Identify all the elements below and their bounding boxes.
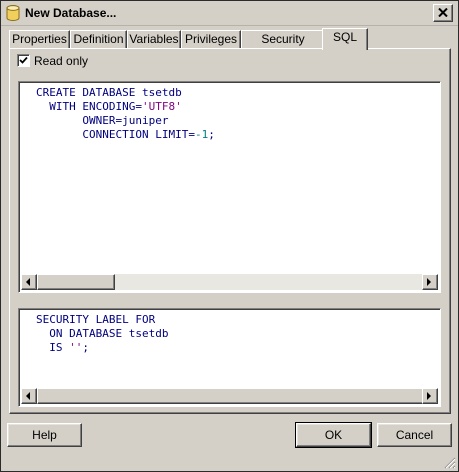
tab-variables[interactable]: Variables <box>127 30 181 48</box>
code-line: WITH ENCODING='UTF8' <box>36 100 182 113</box>
scroll-left-arrow-icon <box>26 392 30 400</box>
tab-properties[interactable]: Properties <box>9 30 70 48</box>
resize-grip-icon[interactable] <box>444 457 456 469</box>
window-title: New Database... <box>25 6 117 20</box>
tab-privileges[interactable]: Privileges <box>181 30 241 48</box>
ok-button[interactable]: OK <box>295 422 372 448</box>
editor-gutter <box>21 311 35 388</box>
tab-strip: Properties Definition Variables Privileg… <box>9 28 449 62</box>
scroll-thumb[interactable] <box>37 274 115 290</box>
close-button[interactable] <box>433 4 453 22</box>
editor-gutter <box>21 84 35 274</box>
checkmark-icon <box>19 56 28 64</box>
code-line: ON DATABASE tsetdb <box>36 327 169 340</box>
sql-editor[interactable]: CREATE DATABASE tsetdb WITH ENCODING='UT… <box>18 81 441 293</box>
code-line: OWNER=juniper <box>36 114 169 127</box>
scroll-thumb[interactable] <box>37 388 426 404</box>
read-only-checkbox[interactable] <box>17 54 30 67</box>
scroll-left-arrow-icon <box>26 278 30 286</box>
labels-code[interactable]: SECURITY LABEL FOR ON DATABASE tsetdb IS… <box>36 313 436 388</box>
code-line: CREATE DATABASE tsetdb <box>36 86 182 99</box>
scroll-right-button[interactable] <box>422 274 438 290</box>
tab-definition[interactable]: Definition <box>70 30 127 48</box>
scroll-left-button[interactable] <box>21 274 37 290</box>
scroll-right-button[interactable] <box>422 388 438 404</box>
tab-security-labels[interactable]: Security Labels <box>241 30 325 62</box>
security-labels-editor[interactable]: SECURITY LABEL FOR ON DATABASE tsetdb IS… <box>18 308 441 407</box>
database-icon <box>6 5 20 22</box>
scroll-left-button[interactable] <box>21 388 37 404</box>
scroll-right-arrow-icon <box>427 278 431 286</box>
code-line: CONNECTION LIMIT=-1; <box>36 128 215 141</box>
scroll-right-arrow-icon <box>427 392 431 400</box>
help-button[interactable]: Help <box>7 423 82 447</box>
read-only-label: Read only <box>34 54 89 68</box>
sql-code[interactable]: CREATE DATABASE tsetdb WITH ENCODING='UT… <box>36 86 436 274</box>
tab-sql[interactable]: SQL <box>322 28 368 50</box>
code-line: SECURITY LABEL FOR <box>36 313 156 326</box>
code-line: IS ''; <box>36 341 89 354</box>
labels-editor-horizontal-scrollbar[interactable] <box>21 388 438 404</box>
title-bar[interactable]: New Database... <box>1 1 458 26</box>
close-icon <box>438 8 448 17</box>
dialog-window: New Database... Properties Definition Va… <box>0 0 459 472</box>
cancel-button[interactable]: Cancel <box>377 423 452 447</box>
sql-editor-horizontal-scrollbar[interactable] <box>21 274 438 290</box>
